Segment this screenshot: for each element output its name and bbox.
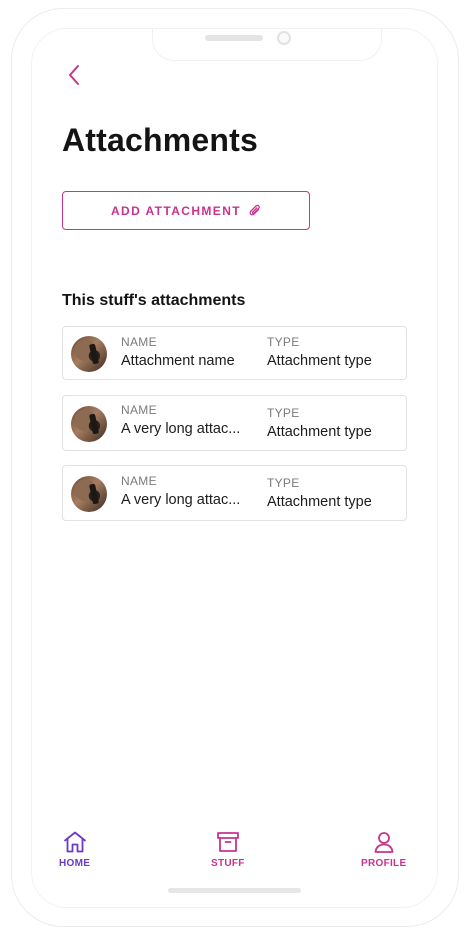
attachment-name-column: NAME Attachment name: [121, 335, 235, 369]
attachment-name: A very long attac...: [121, 492, 241, 508]
type-label: TYPE: [267, 476, 300, 490]
nav-home[interactable]: HOME: [59, 830, 90, 869]
attachment-type: Attachment type: [267, 353, 372, 369]
attachment-name: A very long attac...: [121, 421, 241, 437]
page-title: Attachments: [62, 122, 259, 158]
attachment-thumbnail: [71, 406, 107, 442]
section-title: This stuff's attachments: [62, 292, 246, 309]
attachment-name: Attachment name: [121, 353, 235, 369]
attachment-card[interactable]: NAME A very long attac... TYPE Attachmen…: [62, 465, 407, 521]
add-attachment-button[interactable]: ADD ATTACHMENT: [62, 191, 310, 230]
name-label: NAME: [121, 403, 157, 417]
type-label: TYPE: [267, 406, 300, 420]
nav-stuff[interactable]: STUFF: [211, 830, 245, 869]
bottom-navigation: HOME STUFF PROFILE: [31, 830, 438, 880]
home-icon: [63, 831, 86, 853]
nav-home-label: HOME: [59, 858, 91, 869]
attachment-thumbnail: [71, 476, 107, 512]
nav-profile[interactable]: PROFILE: [361, 830, 406, 869]
type-label: TYPE: [267, 335, 300, 349]
back-button[interactable]: [62, 62, 86, 88]
attachment-name-column: NAME A very long attac...: [121, 403, 240, 437]
attachment-type: Attachment type: [267, 424, 372, 440]
attachment-type-column: TYPE Attachment type: [267, 335, 372, 369]
attachment-thumbnail: [71, 336, 107, 372]
speaker-grille: [205, 35, 263, 41]
nav-stuff-label: STUFF: [211, 858, 245, 869]
attachment-name-column: NAME A very long attac...: [121, 474, 240, 508]
device-notch: [152, 29, 382, 61]
chevron-left-icon: [69, 65, 79, 85]
name-label: NAME: [121, 335, 157, 349]
attachment-card[interactable]: NAME Attachment name TYPE Attachment typ…: [62, 326, 407, 380]
paperclip-icon: [249, 204, 260, 215]
attachment-type-column: TYPE Attachment type: [267, 476, 372, 510]
nav-profile-label: PROFILE: [361, 858, 407, 869]
attachment-type: Attachment type: [267, 494, 372, 510]
name-label: NAME: [121, 474, 157, 488]
attachment-card[interactable]: NAME A very long attac... TYPE Attachmen…: [62, 395, 407, 451]
camera-icon: [277, 31, 291, 45]
add-attachment-label: ADD ATTACHMENT: [110, 203, 242, 218]
home-indicator: [168, 888, 301, 893]
user-icon: [374, 832, 394, 853]
archive-box-icon: [216, 832, 239, 852]
attachment-type-column: TYPE Attachment type: [267, 406, 372, 440]
